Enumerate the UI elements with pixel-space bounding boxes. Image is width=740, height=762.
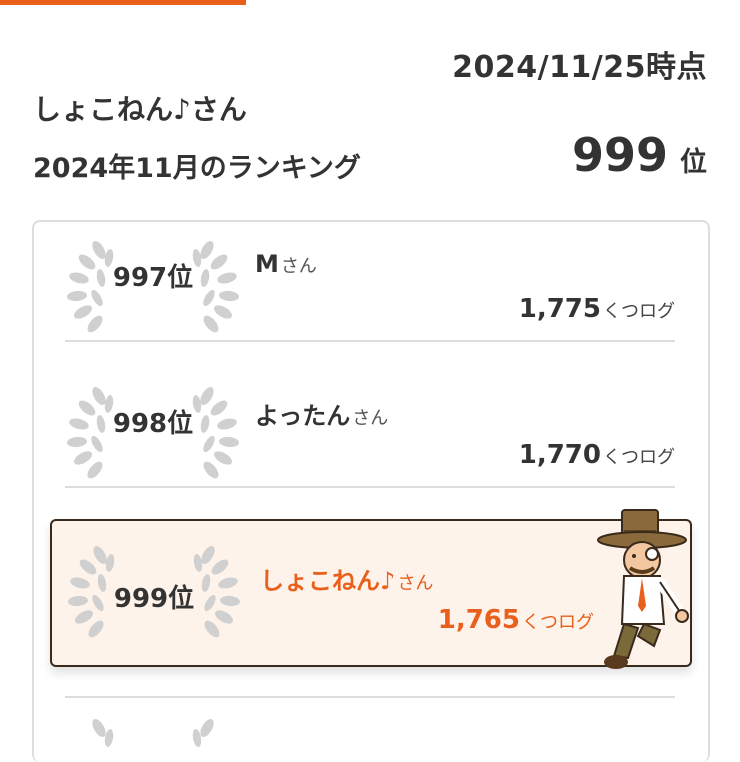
rank-label: 998位 xyxy=(112,409,194,439)
ranker-name-text: よったん xyxy=(255,402,351,430)
row-divider xyxy=(65,340,675,342)
ranker-name-text: しょこねん♪ xyxy=(260,567,396,595)
ranker-name-text: M xyxy=(255,250,279,278)
honorific: さん xyxy=(352,408,389,429)
score-value: 1,765 xyxy=(437,605,520,635)
honorific: さん xyxy=(397,573,434,594)
my-rank-unit: 位 xyxy=(680,147,707,178)
ranker-score: 1,775 くつログ xyxy=(519,294,675,324)
detective-mascot-icon xyxy=(594,506,690,674)
score-unit: くつログ xyxy=(603,301,675,322)
my-rank: 999 位 xyxy=(572,128,707,182)
ranker-name: よったん さん xyxy=(255,396,388,431)
user-name: しょこねん♪さん xyxy=(33,93,247,126)
score-unit: くつログ xyxy=(603,447,675,468)
ranker-name: M さん xyxy=(255,250,317,278)
score-value: 1,770 xyxy=(518,440,601,470)
score-unit: くつログ xyxy=(522,612,594,633)
row-divider xyxy=(65,696,675,698)
laurel-wreath-icon xyxy=(65,712,241,752)
rank-label: 999位 xyxy=(113,584,195,614)
row-divider xyxy=(65,486,675,488)
rank-label: 997位 xyxy=(112,263,194,293)
as-of-date: 2024/11/25時点 xyxy=(452,50,707,85)
my-rank-number: 999 xyxy=(571,128,668,182)
top-accent-bar xyxy=(0,0,246,5)
ranker-score: 1,770 くつログ xyxy=(519,440,675,470)
ranking-month-label: 2024年11月のランキング xyxy=(33,153,361,184)
ranking-row-998[interactable]: 998位 よったん さん 1,770 くつログ xyxy=(65,376,675,522)
honorific: さん xyxy=(280,256,317,277)
score-value: 1,775 xyxy=(518,294,601,324)
ranker-name: しょこねん♪ さん xyxy=(260,561,433,596)
ranker-score: 1,765 くつログ xyxy=(438,605,594,635)
ranking-row-997[interactable]: 997位 M さん 1,775 くつログ xyxy=(65,230,675,376)
